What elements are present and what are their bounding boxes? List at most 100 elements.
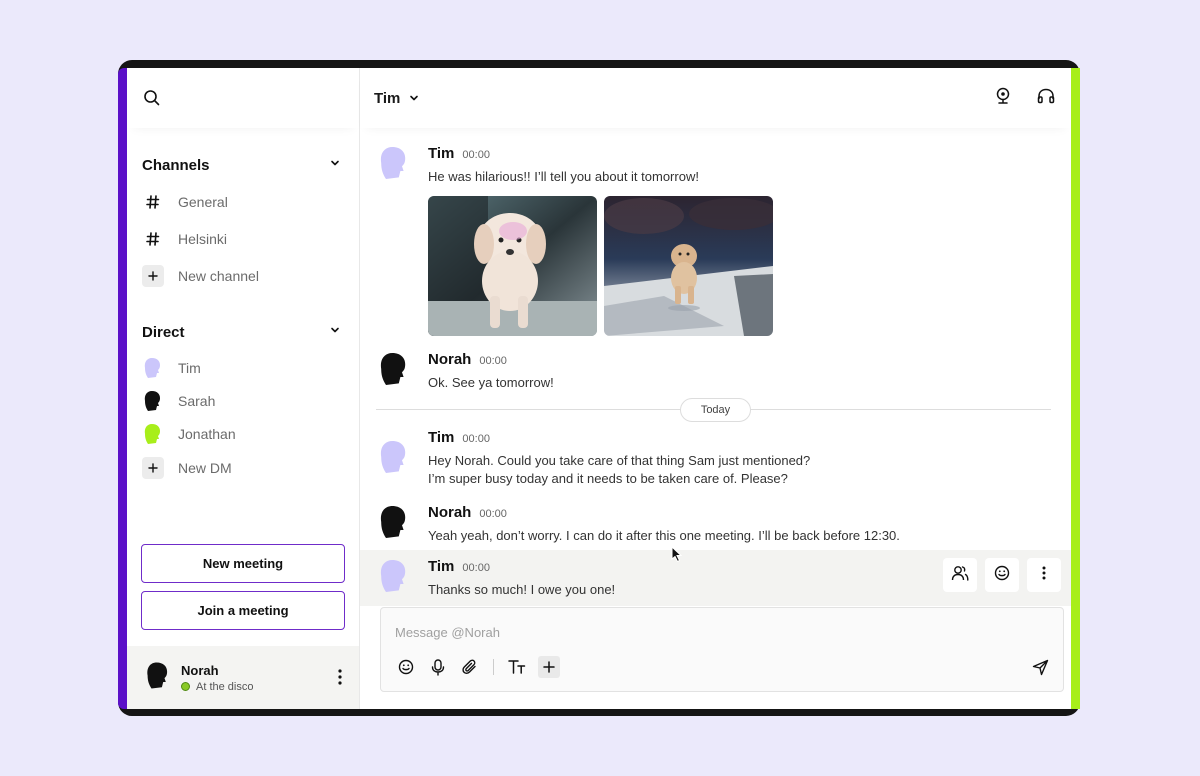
avatar[interactable] xyxy=(378,143,410,188)
chevron-down-icon[interactable] xyxy=(329,323,341,341)
avatar[interactable] xyxy=(378,556,410,601)
add-reaction-button[interactable] xyxy=(985,558,1019,592)
message-text: He was hilarious!! I’ll tell you about i… xyxy=(428,169,699,184)
search-icon[interactable] xyxy=(143,89,161,107)
channels-section-header[interactable]: Channels xyxy=(142,156,341,174)
sidebar-item-jonathan[interactable]: Jonathan xyxy=(142,420,341,448)
message-text: Ok. See ya tomorrow! xyxy=(428,375,554,390)
plus-icon xyxy=(142,265,164,287)
microphone-icon[interactable] xyxy=(427,656,449,678)
new-dm-button[interactable]: New DM xyxy=(142,454,341,482)
user-status-text: At the disco xyxy=(196,680,254,693)
more-vertical-icon[interactable] xyxy=(337,668,343,691)
sidebar-item-tim[interactable]: Tim xyxy=(142,354,341,382)
conversation-title: Tim xyxy=(374,89,401,107)
sidebar-item-label: Tim xyxy=(178,360,201,376)
current-user-bar: Norah At the disco xyxy=(127,646,359,709)
plus-icon[interactable] xyxy=(538,656,560,678)
chevron-down-icon xyxy=(408,92,420,104)
conversation-header: Tim xyxy=(360,68,1071,128)
author-name: Tim xyxy=(428,145,455,162)
message-text: Hey Norah. Could you take care of that t… xyxy=(428,453,811,468)
new-meeting-button[interactable]: New meeting xyxy=(141,544,345,583)
message-author[interactable]: Norah 00:00 xyxy=(428,351,507,368)
avatar xyxy=(142,423,164,445)
thread-reply-button[interactable] xyxy=(943,558,977,592)
mouse-cursor-icon xyxy=(671,545,683,568)
message-time: 00:00 xyxy=(462,433,490,445)
avatar[interactable] xyxy=(378,349,410,394)
emoji-icon xyxy=(994,565,1010,586)
emoji-icon[interactable] xyxy=(395,656,417,678)
plus-icon xyxy=(142,457,164,479)
send-icon[interactable] xyxy=(1029,656,1051,678)
chat-app: Channels General Helsinki New channel Di… xyxy=(127,68,1071,709)
avatar[interactable] xyxy=(378,437,410,482)
sidebar-item-label: New channel xyxy=(178,268,259,284)
chevron-down-icon[interactable] xyxy=(329,156,341,174)
people-icon xyxy=(951,565,969,586)
message-actions xyxy=(943,558,1061,592)
message-author[interactable]: Tim 00:00 xyxy=(428,558,490,575)
date-divider-label: Today xyxy=(680,398,751,422)
avatar[interactable] xyxy=(378,502,410,547)
message-author[interactable]: Norah 00:00 xyxy=(428,504,507,521)
join-meeting-button[interactable]: Join a meeting xyxy=(141,591,345,630)
new-channel-button[interactable]: New channel xyxy=(142,262,341,290)
user-info: Norah At the disco xyxy=(181,663,253,693)
message-time: 00:00 xyxy=(479,508,507,520)
avatar[interactable] xyxy=(145,659,171,697)
puppy-running-photo[interactable] xyxy=(604,196,773,336)
direct-title: Direct xyxy=(142,323,185,341)
toolbar-separator xyxy=(493,659,494,675)
plus-box xyxy=(142,457,164,479)
conversation-pane: Tim Tim 00:00 He was hilarious!! I’ll tel… xyxy=(360,68,1071,709)
author-name: Norah xyxy=(428,504,472,521)
avatar xyxy=(142,390,164,412)
message-input[interactable] xyxy=(395,620,995,644)
composer-toolbar xyxy=(395,656,560,678)
message-text: I’m super busy today and it needs to be … xyxy=(428,471,788,486)
sidebar-item-label: Jonathan xyxy=(178,426,236,442)
status-dot xyxy=(181,682,190,691)
message-composer xyxy=(380,607,1064,692)
sidebar-header xyxy=(127,68,359,128)
sidebar-item-label: General xyxy=(178,194,228,210)
sidebar-item-helsinki[interactable]: Helsinki xyxy=(142,225,341,253)
sidebar-item-sarah[interactable]: Sarah xyxy=(142,387,341,415)
right-accent-bar xyxy=(1071,68,1080,709)
plus-box xyxy=(142,265,164,287)
avatar xyxy=(142,357,164,379)
message-author[interactable]: Tim 00:00 xyxy=(428,145,490,162)
channels-title: Channels xyxy=(142,156,210,174)
author-name: Tim xyxy=(428,429,455,446)
message-time: 00:00 xyxy=(462,562,490,574)
sidebar-item-general[interactable]: General xyxy=(142,188,341,216)
author-name: Norah xyxy=(428,351,472,368)
message-author[interactable]: Tim 00:00 xyxy=(428,429,490,446)
headphones-icon[interactable] xyxy=(1037,88,1055,109)
message-time: 00:00 xyxy=(462,149,490,161)
message-text: Yeah yeah, don’t worry. I can do it afte… xyxy=(428,528,900,543)
sidebar: Channels General Helsinki New channel Di… xyxy=(127,68,360,709)
paperclip-icon[interactable] xyxy=(459,656,481,678)
header-actions xyxy=(995,87,1055,110)
message-text: Thanks so much! I owe you one! xyxy=(428,582,616,597)
conversation-title-dropdown[interactable]: Tim xyxy=(374,90,420,107)
puppy-photo[interactable] xyxy=(428,196,597,336)
author-name: Tim xyxy=(428,558,455,575)
direct-section-header[interactable]: Direct xyxy=(142,323,341,341)
user-name: Norah xyxy=(181,662,219,678)
hash-icon xyxy=(142,191,164,213)
user-status[interactable]: At the disco xyxy=(181,681,253,693)
sidebar-item-label: Helsinki xyxy=(178,231,228,247)
sidebar-item-label: New DM xyxy=(178,460,232,476)
webcam-icon[interactable] xyxy=(995,87,1011,110)
more-actions-button[interactable] xyxy=(1027,558,1061,592)
hash-icon xyxy=(142,228,164,250)
message-time: 00:00 xyxy=(479,355,507,367)
sidebar-item-label: Sarah xyxy=(178,393,216,409)
left-accent-bar xyxy=(118,68,127,709)
text-format-icon[interactable] xyxy=(506,656,528,678)
more-vertical-icon xyxy=(1041,565,1047,586)
